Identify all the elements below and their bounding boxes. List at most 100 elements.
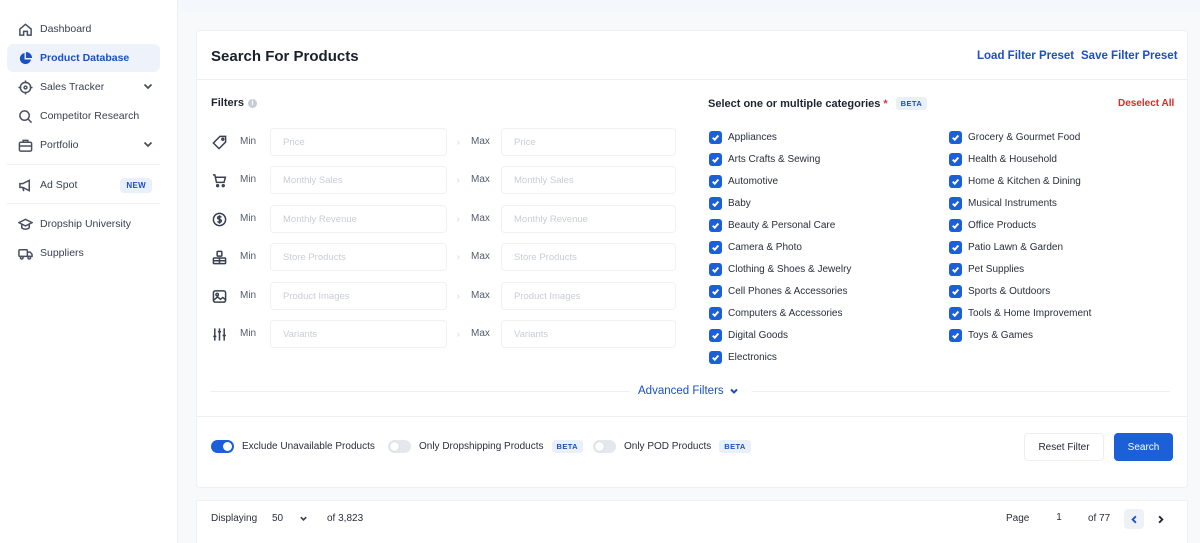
category-label: Musical Instruments <box>968 197 1057 209</box>
min-input[interactable]: Min Store Products › <box>240 243 460 271</box>
price-tag-icon <box>211 134 227 150</box>
checkmark-icon[interactable] <box>949 130 962 144</box>
sidebar-item-product-database[interactable]: Product Database <box>7 44 160 72</box>
category-label: Pet Supplies <box>968 263 1025 275</box>
chevron-right-icon: › <box>456 214 460 225</box>
category-label: Electronics <box>728 351 777 363</box>
displaying-label: Displaying <box>211 513 258 524</box>
page-number-input[interactable]: 1 <box>1040 506 1078 530</box>
category-checkbox[interactable]: Computers & Accessories <box>709 306 843 320</box>
sidebar-item-ad-spot[interactable]: Ad Spot NEW <box>7 171 160 199</box>
checkmark-icon[interactable] <box>949 262 962 276</box>
min-input[interactable]: Min Monthly Revenue › <box>240 205 460 233</box>
next-page-button[interactable] <box>1150 509 1170 529</box>
checkmark-icon[interactable] <box>709 262 722 276</box>
sidebar-item-suppliers[interactable]: Suppliers <box>7 239 160 267</box>
checkmark-icon[interactable] <box>949 240 962 254</box>
max-input[interactable]: Max Monthly Sales <box>471 166 676 194</box>
divider <box>211 391 629 392</box>
category-checkbox[interactable]: Toys & Games <box>949 328 1033 342</box>
reset-filter-button[interactable]: Reset Filter <box>1024 433 1104 461</box>
category-checkbox[interactable]: Patio Lawn & Garden <box>949 240 1063 254</box>
min-input[interactable]: Min Product Images › <box>240 282 460 310</box>
only-dropshipping-toggle[interactable] <box>388 440 411 453</box>
sidebar-item-competitor-research[interactable]: Competitor Research <box>7 102 160 130</box>
min-input[interactable]: Min Variants › <box>240 320 460 348</box>
category-checkbox[interactable]: Automotive <box>709 174 778 188</box>
category-checkbox[interactable]: Office Products <box>949 218 1036 232</box>
exclude-unavailable-toggle-row[interactable]: Exclude Unavailable Products <box>211 440 375 453</box>
checkmark-icon[interactable] <box>709 240 722 254</box>
max-input[interactable]: Max Monthly Revenue <box>471 205 676 233</box>
checkmark-icon[interactable] <box>949 306 962 320</box>
checkmark-icon[interactable] <box>709 328 722 342</box>
categories-heading: Select one or multiple categories * BETA <box>708 97 928 110</box>
filter-row: Min Store Products › Max Store Products <box>211 243 676 271</box>
max-input[interactable]: Max Product Images <box>471 282 676 310</box>
checkmark-icon[interactable] <box>949 284 962 298</box>
checkmark-icon[interactable] <box>709 130 722 144</box>
per-page-select[interactable]: 50 <box>266 506 318 530</box>
category-checkbox[interactable]: Pet Supplies <box>949 262 1024 276</box>
checkmark-icon[interactable] <box>949 196 962 210</box>
top-strip <box>178 0 1200 12</box>
checkmark-icon[interactable] <box>949 328 962 342</box>
load-filter-preset-link[interactable]: Load Filter Preset <box>977 50 1074 62</box>
category-label: Arts Crafts & Sewing <box>728 153 821 165</box>
category-checkbox[interactable]: Baby <box>709 196 751 210</box>
checkmark-icon[interactable] <box>949 152 962 166</box>
category-label: Appliances <box>728 131 777 143</box>
category-checkbox[interactable]: Grocery & Gourmet Food <box>949 130 1080 144</box>
chevron-down-icon[interactable] <box>142 138 154 150</box>
max-input[interactable]: Max Price <box>471 128 676 156</box>
category-checkbox[interactable]: Camera & Photo <box>709 240 802 254</box>
checkmark-icon[interactable] <box>949 218 962 232</box>
checkmark-icon[interactable] <box>709 350 722 364</box>
sidebar-item-sales-tracker[interactable]: Sales Tracker <box>7 73 160 101</box>
sidebar-item-portfolio[interactable]: Portfolio <box>7 131 160 159</box>
category-checkbox[interactable]: Cell Phones & Accessories <box>709 284 848 298</box>
category-checkbox[interactable]: Health & Household <box>949 152 1057 166</box>
sliders-icon <box>211 326 227 342</box>
checkmark-icon[interactable] <box>709 174 722 188</box>
sidebar: Dashboard Product Database Sales Tracker… <box>0 0 178 543</box>
checkmark-icon[interactable] <box>709 196 722 210</box>
max-input[interactable]: Max Variants <box>471 320 676 348</box>
exclude-unavailable-toggle[interactable] <box>211 440 234 453</box>
chevron-down-icon <box>300 516 307 521</box>
category-checkbox[interactable]: Tools & Home Improvement <box>949 306 1091 320</box>
category-checkbox[interactable]: Beauty & Personal Care <box>709 218 835 232</box>
search-button[interactable]: Search <box>1114 433 1173 461</box>
category-checkbox[interactable]: Sports & Outdoors <box>949 284 1050 298</box>
checkmark-icon[interactable] <box>709 306 722 320</box>
category-checkbox[interactable]: Clothing & Shoes & Jewelry <box>709 262 851 276</box>
category-checkbox[interactable]: Electronics <box>709 350 777 364</box>
category-checkbox[interactable]: Musical Instruments <box>949 196 1057 210</box>
min-input[interactable]: Min Price › <box>240 128 460 156</box>
deselect-all-button[interactable]: Deselect All <box>1118 98 1174 109</box>
sidebar-item-dropship-university[interactable]: Dropship University <box>7 210 160 238</box>
category-checkbox[interactable]: Digital Goods <box>709 328 788 342</box>
category-checkbox[interactable]: Home & Kitchen & Dining <box>949 174 1081 188</box>
sidebar-item-dashboard[interactable]: Dashboard <box>7 15 160 43</box>
checkmark-icon[interactable] <box>949 174 962 188</box>
advanced-filters-toggle[interactable]: Advanced Filters <box>638 385 739 397</box>
only-pod-toggle[interactable] <box>593 440 616 453</box>
chevron-right-icon: › <box>456 329 460 340</box>
checkmark-icon[interactable] <box>709 284 722 298</box>
category-checkbox[interactable]: Arts Crafts & Sewing <box>709 152 820 166</box>
prev-page-button[interactable] <box>1124 509 1144 529</box>
max-input[interactable]: Max Store Products <box>471 243 676 271</box>
info-icon[interactable]: i <box>248 98 258 108</box>
save-filter-preset-link[interactable]: Save Filter Preset <box>1081 50 1178 62</box>
checkmark-icon[interactable] <box>709 218 722 232</box>
checkmark-icon[interactable] <box>709 152 722 166</box>
chevron-left-icon <box>1130 515 1137 523</box>
only-pod-toggle-row[interactable]: Only POD Products BETA <box>593 440 751 453</box>
min-input[interactable]: Min Monthly Sales › <box>240 166 460 194</box>
max-label: Max <box>471 136 490 147</box>
min-placeholder: Product Images <box>283 291 350 302</box>
only-dropshipping-toggle-row[interactable]: Only Dropshipping Products BETA <box>388 440 583 453</box>
category-checkbox[interactable]: Appliances <box>709 130 777 144</box>
chevron-down-icon[interactable] <box>142 80 154 92</box>
